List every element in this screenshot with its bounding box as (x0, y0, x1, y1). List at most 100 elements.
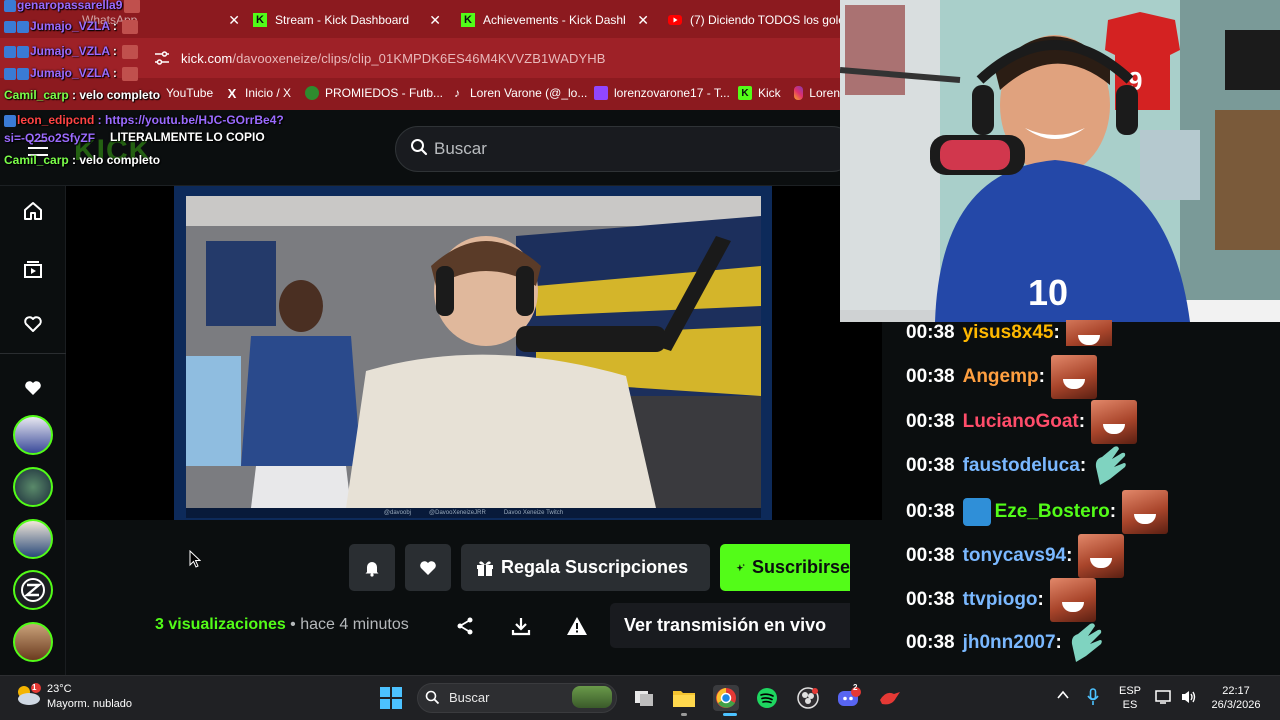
sidebar-divider (0, 353, 66, 354)
subscriber-badge-icon (4, 67, 16, 80)
channel-avatar-1[interactable] (13, 415, 53, 455)
kick-icon: K (461, 13, 475, 27)
follow-button[interactable] (405, 544, 451, 591)
promiedos-icon (305, 86, 319, 100)
download-icon[interactable] (510, 615, 532, 637)
heart-icon (420, 560, 436, 575)
channel-avatar-4[interactable] (13, 570, 53, 610)
video-scene-image (186, 196, 761, 508)
overlay-chat-line: Jumajo_VZLA : (4, 44, 139, 59)
subscriber-badge-icon (4, 45, 16, 58)
verified-badge-icon (17, 67, 29, 80)
emote-icon (122, 44, 139, 59)
mouse-cursor-icon (189, 549, 202, 573)
kick-icon: K (738, 86, 752, 100)
bookmark-kick[interactable]: K Kick (738, 86, 781, 100)
gift-subscriptions-button[interactable]: Regala Suscripciones (461, 544, 710, 591)
subscribe-button[interactable]: Suscribirse (720, 544, 850, 591)
emote-icon (122, 66, 139, 81)
chat-message: 00:38 LucianoGoat: (906, 400, 1138, 444)
emote-icon (122, 19, 139, 34)
discord-icon[interactable] (836, 685, 862, 711)
overlay-chat-line: Camil_carp : velo completo (4, 153, 161, 167)
share-icon[interactable] (454, 615, 476, 637)
chat-message: 00:38 yisus8x45: (906, 320, 1112, 346)
laughing-emote-icon (1065, 320, 1112, 346)
bookmark-tiktok[interactable]: ♪ Loren Varone (@_lo... (450, 86, 587, 100)
notifications-button[interactable] (349, 544, 395, 591)
volume-icon[interactable] (1180, 689, 1198, 709)
site-settings-icon[interactable] (154, 51, 170, 65)
bookmark-twitch[interactable]: lorenzovarone17 - T... (594, 86, 730, 100)
laughing-emote-icon (1049, 578, 1096, 622)
windows-start-icon[interactable] (378, 685, 404, 711)
bookmark-instagram[interactable]: Loren (794, 86, 840, 100)
report-icon[interactable] (566, 615, 588, 637)
discord-badge: 2 (853, 683, 858, 692)
bookmark-youtube[interactable]: YouTube (166, 86, 213, 100)
subscriber-badge-icon (4, 114, 16, 127)
close-tab-icon[interactable]: ✕ (228, 12, 240, 29)
search-highlight-icon (572, 686, 612, 708)
microphone-icon[interactable] (1087, 688, 1099, 710)
overlay-chat-line: Jumajo_VZLA : (4, 66, 139, 81)
chat-message: 00:38 jh0nn2007: (906, 622, 1104, 664)
system-clock[interactable]: 22:17 26/3/2026 (1206, 684, 1266, 712)
watch-live-button[interactable]: Ver transmisión en vivo (610, 603, 850, 648)
laughing-emote-icon (1122, 490, 1169, 534)
clap-emote-icon (1092, 445, 1128, 487)
overlay-chat-line: Camil_carp : velo completo (4, 88, 161, 102)
kick-icon: K (253, 13, 267, 27)
subscriber-badge-icon (4, 0, 16, 12)
following-icon[interactable] (22, 313, 44, 335)
active-indicator (723, 713, 737, 716)
video-content[interactable] (186, 196, 761, 508)
channel-avatar-3[interactable] (13, 519, 53, 559)
views-count: 3 visualizaciones (155, 616, 286, 633)
tab-youtube-video[interactable]: (7) Diciendo TODOS los gole (668, 6, 840, 34)
instagram-icon (794, 86, 804, 100)
sparkle-icon (736, 563, 746, 571)
chat-message: 00:38 Eze_Bostero: (906, 490, 1169, 534)
webcam-image: 9 10 (840, 0, 1280, 322)
close-tab-icon[interactable]: ✕ (429, 12, 441, 29)
app-icon[interactable] (877, 685, 903, 711)
running-indicator (681, 713, 687, 716)
followed-channels-icon (22, 377, 44, 399)
verified-badge-icon (17, 20, 29, 33)
show-hidden-icons-icon[interactable] (1057, 690, 1069, 704)
bookmark-x[interactable]: X Inicio / X (225, 85, 291, 101)
spotify-icon[interactable] (754, 685, 780, 711)
input-language[interactable]: ESP ES (1116, 684, 1144, 712)
chat-message: 00:38 ttvpiogo: (906, 578, 1096, 622)
chat-message: 00:38 tonycavs94: (906, 534, 1125, 578)
obs-icon[interactable] (795, 685, 821, 711)
task-view-icon[interactable] (631, 685, 657, 711)
url-input[interactable]: kick.com/davooxeneize/clips/clip_01KMPDK… (181, 51, 605, 66)
channel-avatar-2[interactable] (13, 467, 53, 507)
tiktok-icon: ♪ (454, 86, 460, 100)
channel-avatar-5[interactable] (13, 622, 53, 662)
chrome-icon[interactable] (713, 685, 739, 711)
file-explorer-icon[interactable] (671, 685, 697, 711)
gift-icon (477, 560, 493, 576)
subscriber-badge-icon (4, 20, 16, 33)
clip-time: hace 4 minutos (300, 616, 409, 633)
laughing-emote-icon (1050, 355, 1097, 399)
home-icon[interactable] (22, 200, 44, 222)
clip-meta: 3 visualizaciones • hace 4 minutos (155, 616, 409, 633)
browse-icon[interactable] (22, 258, 44, 280)
x-icon: X (227, 85, 237, 101)
close-tab-icon[interactable]: ✕ (637, 12, 649, 29)
bell-icon (365, 561, 379, 577)
bookmark-promiedos[interactable]: PROMIEDOS - Futb... (305, 86, 443, 100)
emote-icon (124, 0, 141, 13)
tab-stream-dashboard[interactable]: K Stream - Kick Dashboard ✕ (253, 6, 441, 34)
webcam-feed: 9 10 (840, 0, 1280, 322)
weather-description: Mayorm. nublado (47, 698, 132, 710)
laughing-emote-icon (1091, 400, 1138, 444)
tab-achievements[interactable]: K Achievements - Kick Dashbo ✕ (461, 6, 649, 34)
weather-icon[interactable] (14, 682, 42, 713)
chat-message: 00:38 Angemp: (906, 355, 1097, 399)
network-icon[interactable] (1155, 689, 1173, 709)
